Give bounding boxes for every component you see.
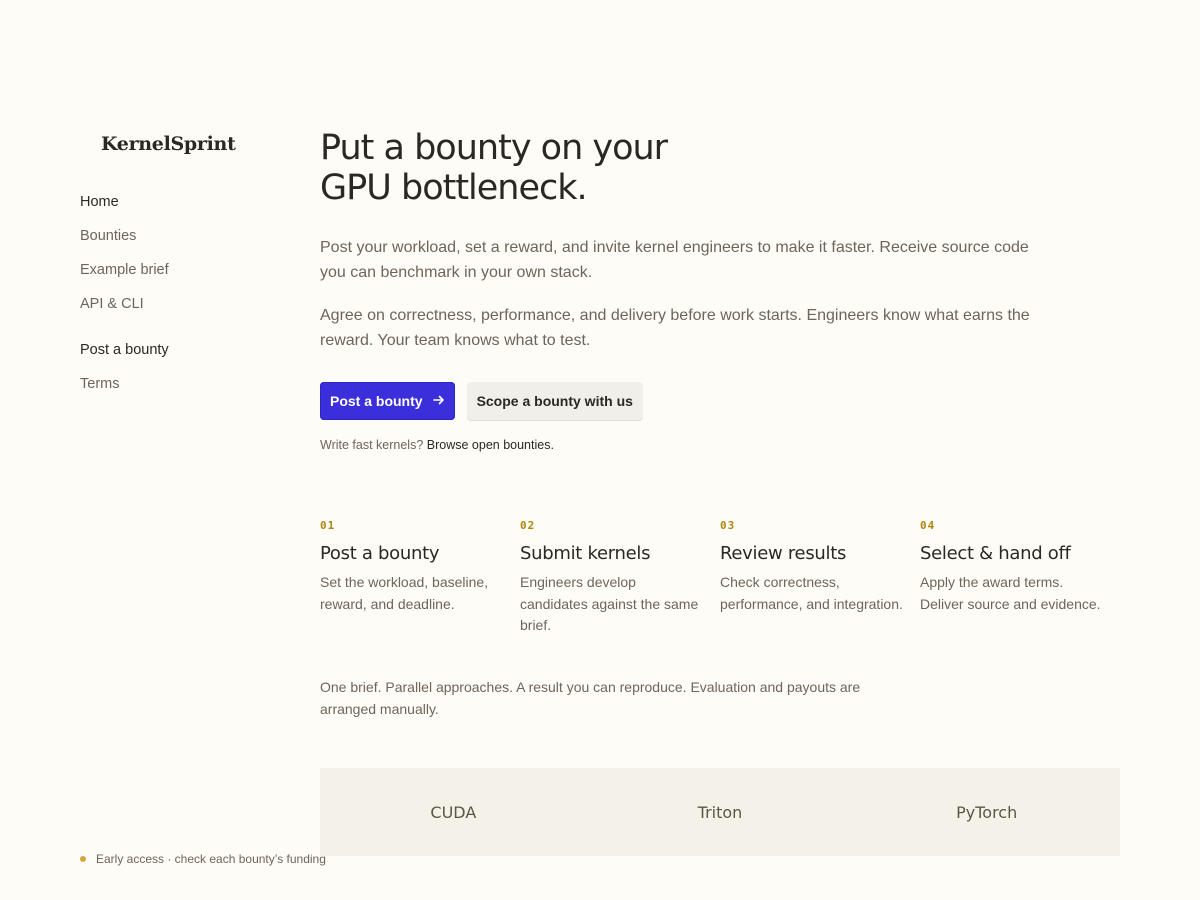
hero-title-line-1: Put a bounty on your (320, 128, 668, 168)
sidebar-secondary-nav: Post a bounty Terms (80, 340, 280, 394)
step-review-results: 03 Review results Check correctness, per… (720, 518, 920, 637)
framework-pytorch: PyTorch (956, 802, 1018, 822)
sidebar-item-example-brief[interactable]: Example brief (80, 260, 280, 280)
scope-a-bounty-button[interactable]: Scope a bounty with us (466, 382, 643, 420)
step-description: Set the workload, baseline, reward, and … (320, 574, 489, 612)
step-description: Check correctness, performance, and inte… (720, 574, 903, 612)
sidebar-item-post-a-bounty[interactable]: Post a bounty (80, 340, 280, 360)
framework-cuda: CUDA (430, 802, 477, 822)
process-steps: 01 Post a bounty Set the workload, basel… (320, 518, 1120, 637)
process-summary: One brief. Parallel approaches. A result… (320, 679, 861, 717)
sidebar-item-terms[interactable]: Terms (80, 374, 280, 394)
sidebar-item-home[interactable]: Home (80, 192, 280, 212)
sidebar-item-api-cli[interactable]: API & CLI (80, 294, 280, 314)
step-submit-kernels: 02 Submit kernels Engineers develop cand… (520, 518, 720, 637)
status-dot-icon (80, 856, 86, 862)
framework-triton: Triton (697, 802, 743, 822)
arrow-right-icon (432, 393, 445, 409)
step-number: 02 (520, 519, 536, 532)
status-text: Early access · check each bounty’s fundi… (96, 852, 326, 866)
page: KernelSprint Home Bounties Example brief… (0, 0, 1200, 900)
step-number: 04 (920, 519, 936, 532)
step-title: Post a bounty (320, 543, 440, 564)
main-content: Put a bounty on your GPU bottleneck. Pos… (320, 128, 1120, 856)
developer-note-prefix: Write fast kernels? (320, 438, 424, 452)
brand-logo[interactable]: KernelSprint (101, 130, 280, 158)
sidebar-item-bounties[interactable]: Bounties (80, 226, 280, 246)
step-title: Review results (720, 543, 847, 564)
frameworks-band: CUDA Triton PyTorch (320, 768, 1120, 856)
hero-title: Put a bounty on your GPU bottleneck. (320, 128, 740, 208)
step-post-a-bounty: 01 Post a bounty Set the workload, basel… (320, 518, 520, 637)
sidebar: KernelSprint Home Bounties Example brief… (80, 130, 280, 408)
step-select-hand-off: 04 Select & hand off Apply the award ter… (920, 518, 1120, 637)
browse-open-bounties-link[interactable]: Browse open bounties. (427, 438, 554, 452)
hero-title-line-2: GPU bottleneck. (320, 168, 588, 208)
developer-note: Write fast kernels? Browse open bounties… (320, 437, 1120, 453)
sidebar-primary-nav: Home Bounties Example brief API & CLI (80, 192, 280, 314)
post-a-bounty-button-label: Post a bounty (330, 393, 423, 409)
cta-row: Post a bounty Scope a bounty with us (320, 382, 1120, 420)
post-a-bounty-button[interactable]: Post a bounty (320, 382, 455, 420)
step-description: Engineers develop candidates against the… (520, 574, 699, 633)
step-number: 03 (720, 519, 736, 532)
hero-paragraph-2: Agree on correctness, performance, and d… (320, 307, 1030, 349)
step-title: Select & hand off (920, 543, 1071, 564)
step-number: 01 (320, 519, 336, 532)
step-title: Submit kernels (520, 543, 651, 564)
hero-paragraph-1: Post your workload, set a reward, and in… (320, 239, 1029, 281)
step-description: Apply the award terms. Deliver source an… (920, 574, 1101, 612)
early-access-status: Early access · check each bounty’s fundi… (80, 851, 326, 867)
